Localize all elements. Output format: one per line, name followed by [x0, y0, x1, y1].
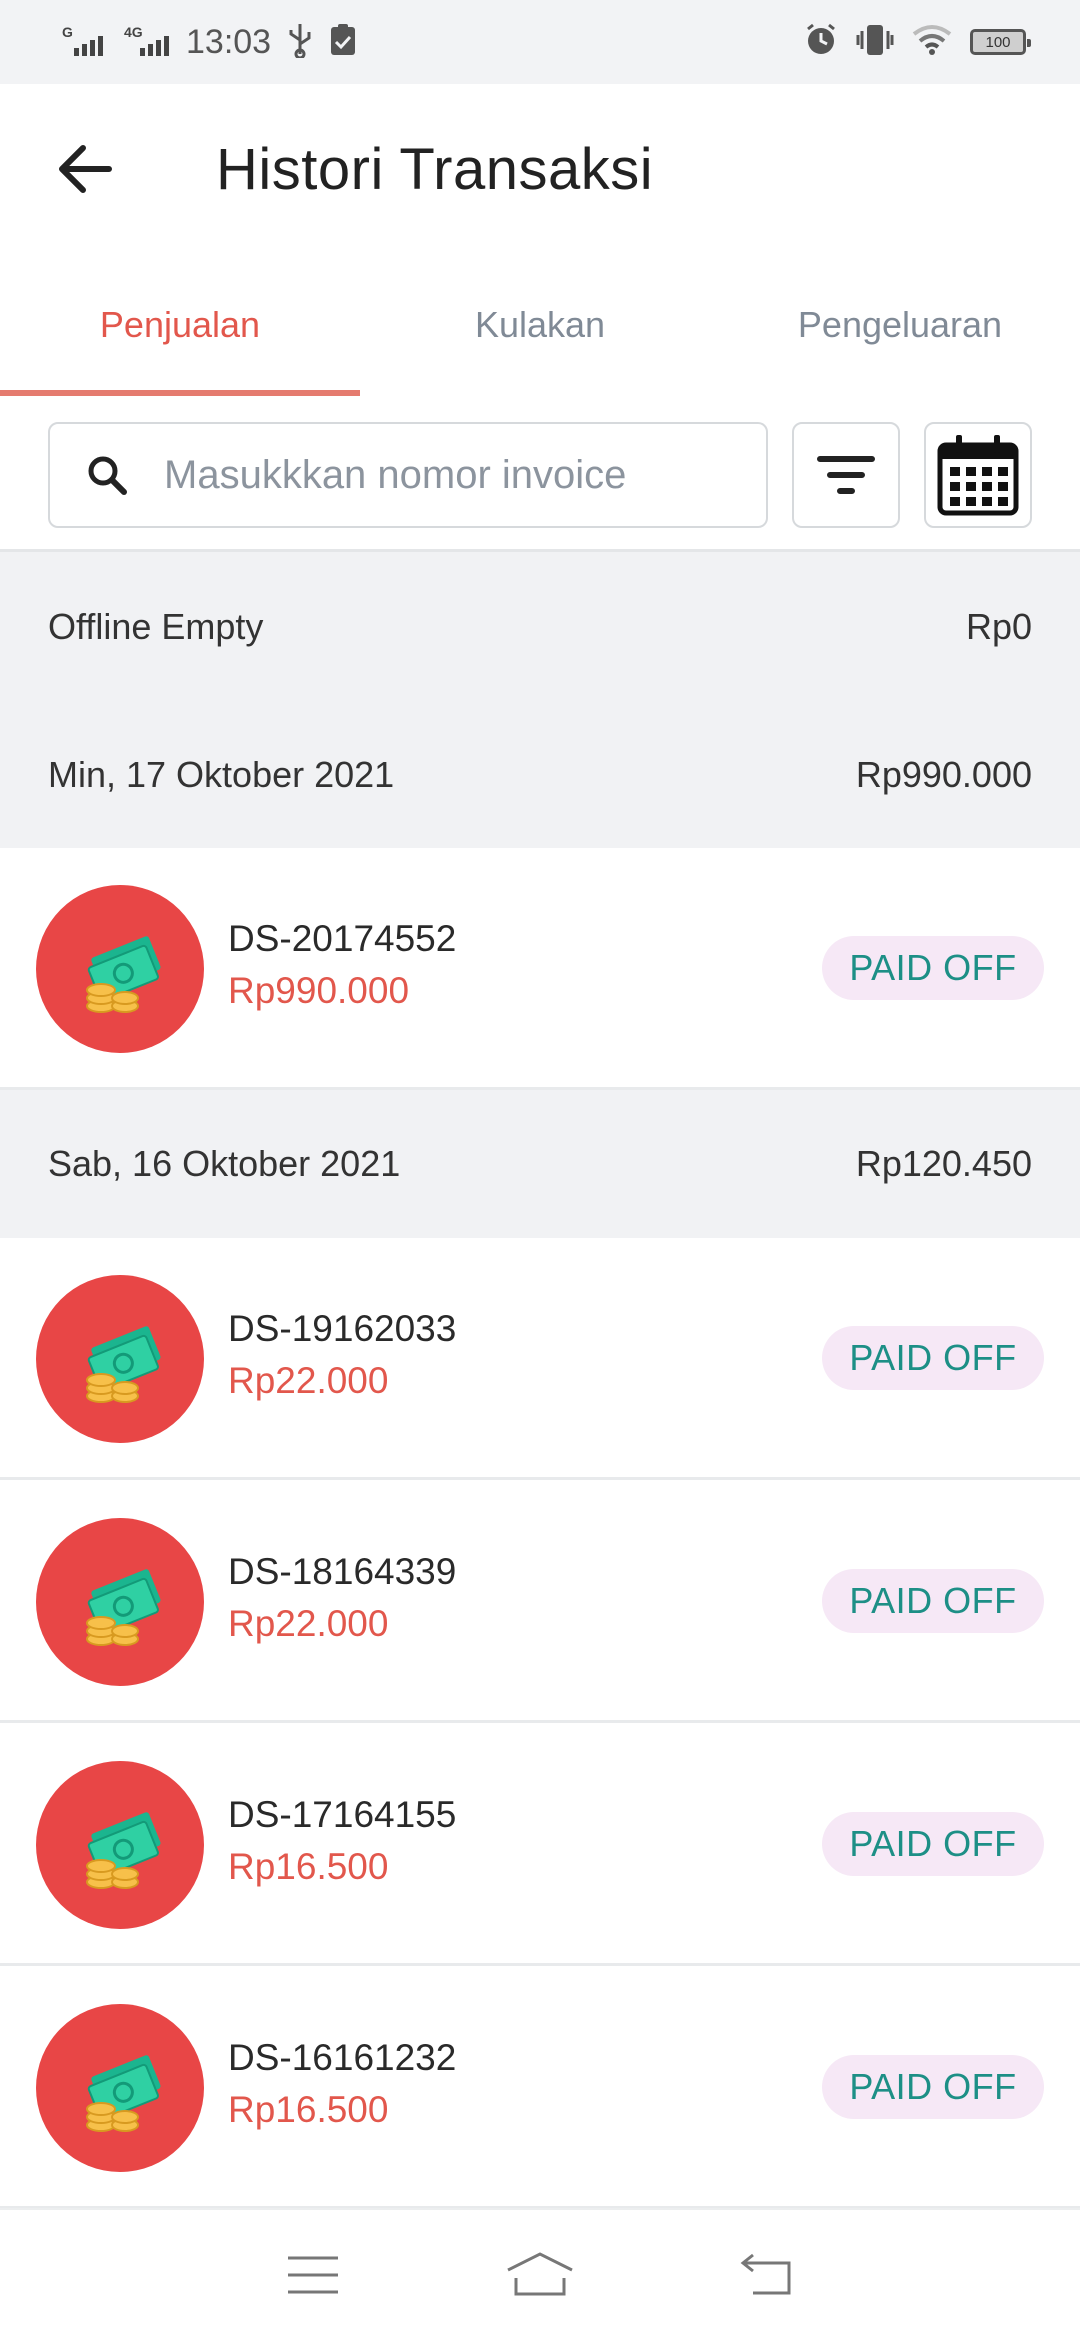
date-label: Min, 17 Oktober 2021	[48, 754, 395, 795]
back-button[interactable]	[50, 134, 120, 204]
menu-icon	[288, 2256, 339, 2294]
usb-icon	[285, 22, 315, 63]
invoice-number: DS-16161232	[228, 2037, 457, 2078]
transaction-row[interactable]: DS-18164339 Rp22.000 PAID OFF	[0, 1481, 1080, 1723]
tab-pengeluaran[interactable]: Pengeluaran	[720, 254, 1080, 396]
search-row	[0, 396, 1080, 552]
filter-button[interactable]	[792, 422, 900, 528]
offline-label: Offline Empty	[48, 606, 264, 647]
transaction-amount: Rp16.500	[228, 2089, 389, 2130]
network-type-1: G	[62, 24, 73, 40]
tab-bar: Penjualan Kulakan Pengeluaran	[0, 254, 1080, 396]
menu-button[interactable]	[263, 2235, 363, 2315]
search-box[interactable]	[48, 422, 768, 528]
invoice-number: DS-20174552	[228, 918, 457, 959]
offline-amount: Rp0	[965, 606, 1032, 647]
date-header: Sab, 16 Oktober 2021 Rp120.450	[0, 1090, 1080, 1238]
transaction-amount: Rp16.500	[228, 1846, 389, 1887]
transaction-amount: Rp22.000	[228, 1360, 389, 1401]
money-icon	[36, 2004, 204, 2172]
transaction-row[interactable]: DS-16161232 Rp16.500 PAID OFF	[0, 1967, 1080, 2209]
invoice-search-input[interactable]	[164, 452, 724, 498]
status-badge: PAID OFF	[822, 2055, 1044, 2119]
status-bar: G 4G 13:03 100	[0, 0, 1080, 84]
money-icon	[36, 1275, 204, 1443]
money-icon	[36, 885, 204, 1053]
transaction-amount: Rp990.000	[228, 970, 410, 1011]
money-icon	[36, 1518, 204, 1686]
transaction-row[interactable]: DS-19162033 Rp22.000 PAID OFF	[0, 1238, 1080, 1480]
status-right: 100	[804, 22, 1031, 62]
status-left: G 4G 13:03	[62, 22, 357, 62]
home-button[interactable]	[490, 2235, 590, 2315]
wifi-icon	[912, 24, 952, 61]
offline-header: Offline Empty Rp0	[0, 552, 1080, 702]
status-badge: PAID OFF	[822, 1812, 1044, 1876]
alarm-icon	[804, 23, 838, 62]
page-title: Histori Transaksi	[216, 137, 654, 202]
calendar-icon	[937, 435, 1019, 516]
home-icon	[507, 2252, 573, 2296]
tab-kulakan[interactable]: Kulakan	[360, 254, 720, 396]
vibrate-icon	[856, 23, 894, 62]
signal-g-icon: G	[62, 24, 110, 60]
transaction-row[interactable]: DS-17164155 Rp16.500 PAID OFF	[0, 1724, 1080, 1966]
invoice-number: DS-19162033	[228, 1308, 457, 1349]
system-nav-bar	[0, 2208, 1080, 2340]
arrow-left-icon	[59, 145, 112, 193]
tab-penjualan[interactable]: Penjualan	[0, 254, 360, 396]
search-icon	[88, 456, 127, 495]
transaction-amount: Rp22.000	[228, 1603, 389, 1644]
filter-icon	[817, 456, 875, 494]
back-nav-icon	[740, 2253, 791, 2295]
status-badge: PAID OFF	[822, 936, 1044, 1000]
money-icon	[36, 1761, 204, 1929]
date-label: Sab, 16 Oktober 2021	[48, 1143, 401, 1184]
signal-4g-icon: 4G	[124, 24, 172, 60]
transaction-row[interactable]: DS-20174552 Rp990.000 PAID OFF	[0, 848, 1080, 1090]
app-bar: Histori Transaksi	[0, 84, 1080, 254]
battery-icon: 100	[970, 29, 1031, 55]
date-header: Min, 17 Oktober 2021 Rp990.000	[0, 702, 1080, 848]
date-total: Rp990.000	[855, 754, 1032, 795]
invoice-number: DS-18164339	[228, 1551, 457, 1592]
back-nav-button[interactable]	[717, 2235, 817, 2315]
status-badge: PAID OFF	[822, 1326, 1044, 1390]
date-total: Rp120.450	[855, 1143, 1032, 1184]
invoice-number: DS-17164155	[228, 1794, 457, 1835]
status-badge: PAID OFF	[822, 1569, 1044, 1633]
calendar-button[interactable]	[924, 422, 1032, 528]
clipboard-check-icon	[329, 23, 357, 62]
clock: 13:03	[186, 22, 272, 61]
